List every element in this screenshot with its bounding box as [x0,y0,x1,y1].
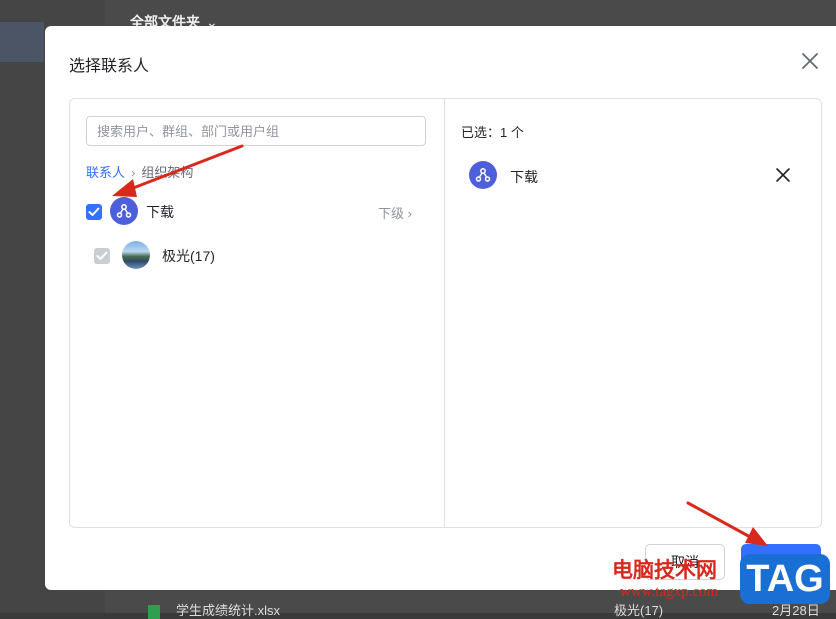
watermark-tag-logo: TAG [740,554,830,604]
checkbox-disabled [94,248,110,264]
chevron-right-icon: › [407,206,412,221]
breadcrumb: 联系人 › 组织架构 [86,162,193,181]
background-sidebar-selected [0,22,44,62]
chevron-right-icon: › [131,165,136,180]
select-contacts-dialog: 选择联系人 联系人 › 组织架构 下载 下级 › 极光(17) 已选：1 个 [45,26,836,590]
list-item-label: 下载 [146,204,174,220]
org-structure-icon [469,161,497,189]
panel-divider [444,99,445,527]
group-photo-avatar [122,241,150,269]
sub-level-link[interactable]: 下级 › [378,203,412,222]
org-structure-icon [110,197,138,225]
selected-item-label: 下载 [510,169,538,185]
site-watermark: 电脑技术网 www.tagxp.com TAG [612,552,836,613]
list-item-download[interactable]: 下载 下级 › [86,193,426,229]
contact-picker-panel: 联系人 › 组织架构 下载 下级 › 极光(17) 已选：1 个 下载 [69,98,822,528]
dialog-title: 选择联系人 [69,58,150,75]
watermark-url: www.tagxp.com [620,584,719,600]
breadcrumb-current: 组织架构 [141,165,194,180]
background-file-row: 学生成绩统计.xlsx [148,600,280,619]
breadcrumb-root-link[interactable]: 联系人 [86,165,125,180]
list-item-jiguang[interactable]: 极光(17) [86,237,426,273]
selected-count: 已选：1 个 [461,125,524,140]
selected-item-download: 下载 [469,159,799,191]
watermark-text: 电脑技术网 [612,558,717,582]
search-input[interactable] [86,116,426,146]
excel-file-icon [148,604,160,619]
close-icon[interactable] [797,48,823,74]
remove-close-icon[interactable] [775,167,791,183]
sub-level-label: 下级 [378,206,405,221]
checkbox-checked[interactable] [86,204,102,220]
list-item-label: 极光(17) [162,248,215,264]
background-file-name: 学生成绩统计.xlsx [176,603,281,618]
